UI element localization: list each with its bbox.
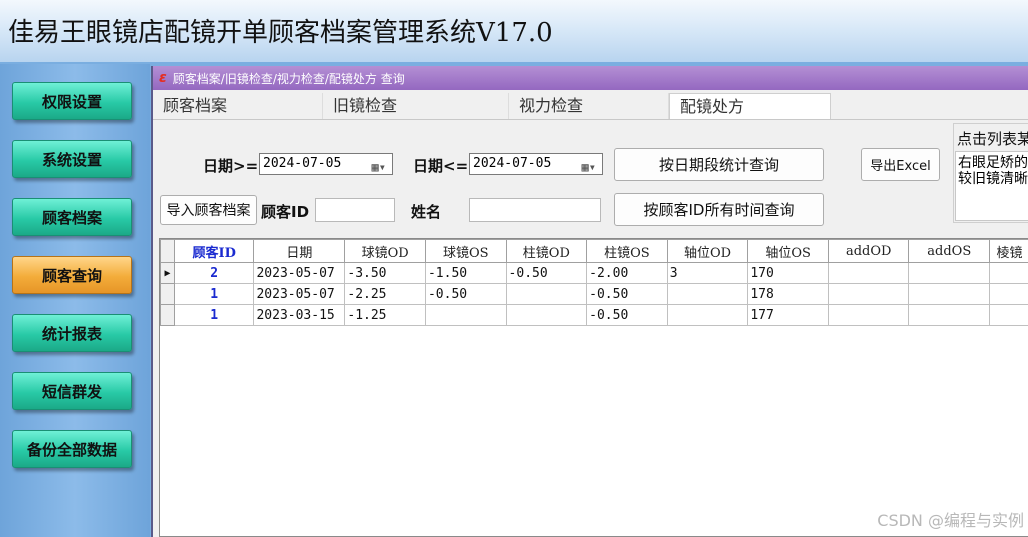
hint-caption: 点击列表某: [957, 130, 1028, 148]
table-cell[interactable]: [908, 262, 991, 284]
row-indicator: [160, 304, 175, 326]
table-row[interactable]: 1 2023-03-15 -1.25 -0.50 177: [160, 304, 1028, 326]
app-logo-icon: ɛ: [159, 70, 167, 86]
calendar-dropdown-icon[interactable]: ▦▾: [582, 157, 596, 177]
window-title: 顾客档案/旧镜检查/视力检查/配镜处方 查询: [172, 71, 405, 86]
tab-bar: 顾客档案 旧镜检查 视力检查 配镜处方: [153, 93, 1028, 120]
table-cell[interactable]: 177: [747, 304, 829, 326]
table-cell[interactable]: [908, 283, 991, 305]
nav-sms-broadcast-button[interactable]: 短信群发: [12, 372, 132, 410]
table-cell[interactable]: [989, 283, 1028, 305]
table-row[interactable]: 1 2023-05-07 -2.25 -0.50 -0.50 178: [160, 283, 1028, 305]
column-header[interactable]: 球镜OD: [344, 239, 426, 263]
tab-vision-check[interactable]: 视力检查: [509, 93, 669, 119]
table-cell[interactable]: 1: [173, 304, 255, 326]
table-cell[interactable]: 2023-05-07: [253, 262, 346, 284]
nav-customer-query-button[interactable]: 顾客查询: [12, 256, 132, 294]
customer-id-input[interactable]: [315, 198, 395, 222]
row-indicator: [160, 283, 175, 305]
table-cell[interactable]: 170: [747, 262, 829, 284]
column-header[interactable]: 轴位OS: [747, 239, 829, 263]
window-title-bar: ɛ 顾客档案/旧镜检查/视力检查/配镜处方 查询: [153, 66, 1028, 90]
table-cell[interactable]: [666, 283, 749, 305]
tab-prescription[interactable]: 配镜处方: [669, 93, 831, 119]
table-cell[interactable]: [827, 304, 910, 326]
table-cell[interactable]: 3: [666, 262, 749, 284]
date-from-value: 2024-07-05: [263, 156, 342, 171]
date-to-picker[interactable]: 2024-07-05 ▦▾: [469, 153, 603, 175]
column-header[interactable]: 棱镜: [989, 239, 1028, 263]
watermark: CSDN @编程与实例: [877, 511, 1024, 530]
table-cell[interactable]: -0.50: [586, 283, 668, 305]
table-cell[interactable]: 2023-05-07: [253, 283, 346, 305]
query-window: ɛ 顾客档案/旧镜检查/视力检查/配镜处方 查询 顾客档案 旧镜检查 视力检查 …: [151, 66, 1028, 537]
table-cell[interactable]: -0.50: [505, 262, 588, 284]
column-header[interactable]: 轴位OD: [666, 239, 749, 263]
name-label: 姓名: [411, 203, 442, 221]
query-by-id-button[interactable]: 按顾客ID所有时间查询: [614, 193, 824, 226]
table-cell[interactable]: -0.50: [424, 283, 507, 305]
app-title-bar: 佳易王眼镜店配镜开单顾客档案管理系统V17.0: [0, 0, 1028, 62]
row-header-corner: [160, 239, 175, 263]
table-cell[interactable]: -1.25: [344, 304, 426, 326]
tab-old-glasses-check[interactable]: 旧镜检查: [323, 93, 509, 119]
date-to-label: 日期<=: [413, 157, 469, 175]
table-cell[interactable]: 2: [173, 262, 255, 284]
export-excel-button[interactable]: 导出Excel: [861, 148, 940, 181]
table-cell[interactable]: [827, 262, 910, 284]
column-header[interactable]: 日期: [253, 239, 346, 263]
table-cell[interactable]: [505, 283, 588, 305]
column-header[interactable]: addOS: [908, 239, 991, 263]
app-title: 佳易王眼镜店配镜开单顾客档案管理系统V17.0: [8, 18, 553, 48]
hint-text: 右眼足矫的较旧镜清晰: [958, 155, 1028, 187]
hint-textbox[interactable]: 右眼足矫的较旧镜清晰: [955, 151, 1028, 221]
current-row-arrow-icon: ▶: [160, 262, 175, 284]
nav-customer-records-button[interactable]: 顾客档案: [12, 198, 132, 236]
table-cell[interactable]: 178: [747, 283, 829, 305]
table-cell[interactable]: 1: [173, 283, 255, 305]
table-cell[interactable]: [908, 304, 991, 326]
nav-system-settings-button[interactable]: 系统设置: [12, 140, 132, 178]
name-input[interactable]: [469, 198, 601, 222]
date-from-label: 日期>=: [203, 157, 259, 175]
customer-id-label: 顾客ID: [261, 203, 310, 221]
column-header[interactable]: addOD: [827, 239, 910, 263]
import-customer-button[interactable]: 导入顾客档案: [160, 195, 257, 225]
table-cell[interactable]: -2.25: [344, 283, 426, 305]
nav-permission-settings-button[interactable]: 权限设置: [12, 82, 132, 120]
table-cell[interactable]: [827, 283, 910, 305]
table-cell[interactable]: -3.50: [344, 262, 426, 284]
column-header[interactable]: 球镜OS: [424, 239, 507, 263]
column-header[interactable]: 柱镜OS: [586, 239, 668, 263]
sidebar: 权限设置 系统设置 顾客档案 顾客查询 统计报表 短信群发 备份全部数据: [0, 64, 150, 537]
table-cell[interactable]: -1.50: [424, 262, 507, 284]
table-header-row: 顾客ID 日期 球镜OD 球镜OS 柱镜OD 柱镜OS 轴位OD 轴位OS ad…: [160, 239, 1028, 263]
nav-backup-data-button[interactable]: 备份全部数据: [12, 430, 132, 468]
nav-statistics-report-button[interactable]: 统计报表: [12, 314, 132, 352]
prescription-grid[interactable]: 顾客ID 日期 球镜OD 球镜OS 柱镜OD 柱镜OS 轴位OD 轴位OS ad…: [159, 238, 1028, 537]
table-cell[interactable]: [666, 304, 749, 326]
table-row[interactable]: ▶ 2 2023-05-07 -3.50 -1.50 -0.50 -2.00 3…: [160, 262, 1028, 284]
records-table: 顾客ID 日期 球镜OD 球镜OS 柱镜OD 柱镜OS 轴位OD 轴位OS ad…: [160, 239, 1028, 326]
table-cell[interactable]: -0.50: [586, 304, 668, 326]
column-header[interactable]: 顾客ID: [173, 239, 255, 263]
column-header[interactable]: 柱镜OD: [505, 239, 588, 263]
tab-customer-records[interactable]: 顾客档案: [153, 93, 323, 119]
table-cell[interactable]: 2023-03-15: [253, 304, 346, 326]
table-cell[interactable]: [989, 262, 1028, 284]
calendar-dropdown-icon[interactable]: ▦▾: [372, 157, 386, 177]
date-from-picker[interactable]: 2024-07-05 ▦▾: [259, 153, 393, 175]
table-cell[interactable]: [424, 304, 507, 326]
table-cell[interactable]: [505, 304, 588, 326]
query-by-date-button[interactable]: 按日期段统计查询: [614, 148, 824, 181]
date-to-value: 2024-07-05: [473, 156, 552, 171]
table-cell[interactable]: -2.00: [586, 262, 668, 284]
table-cell[interactable]: [989, 304, 1028, 326]
filter-panel: 日期>= 2024-07-05 ▦▾ 日期<= 2024-07-05 ▦▾ 按日…: [153, 121, 1028, 234]
